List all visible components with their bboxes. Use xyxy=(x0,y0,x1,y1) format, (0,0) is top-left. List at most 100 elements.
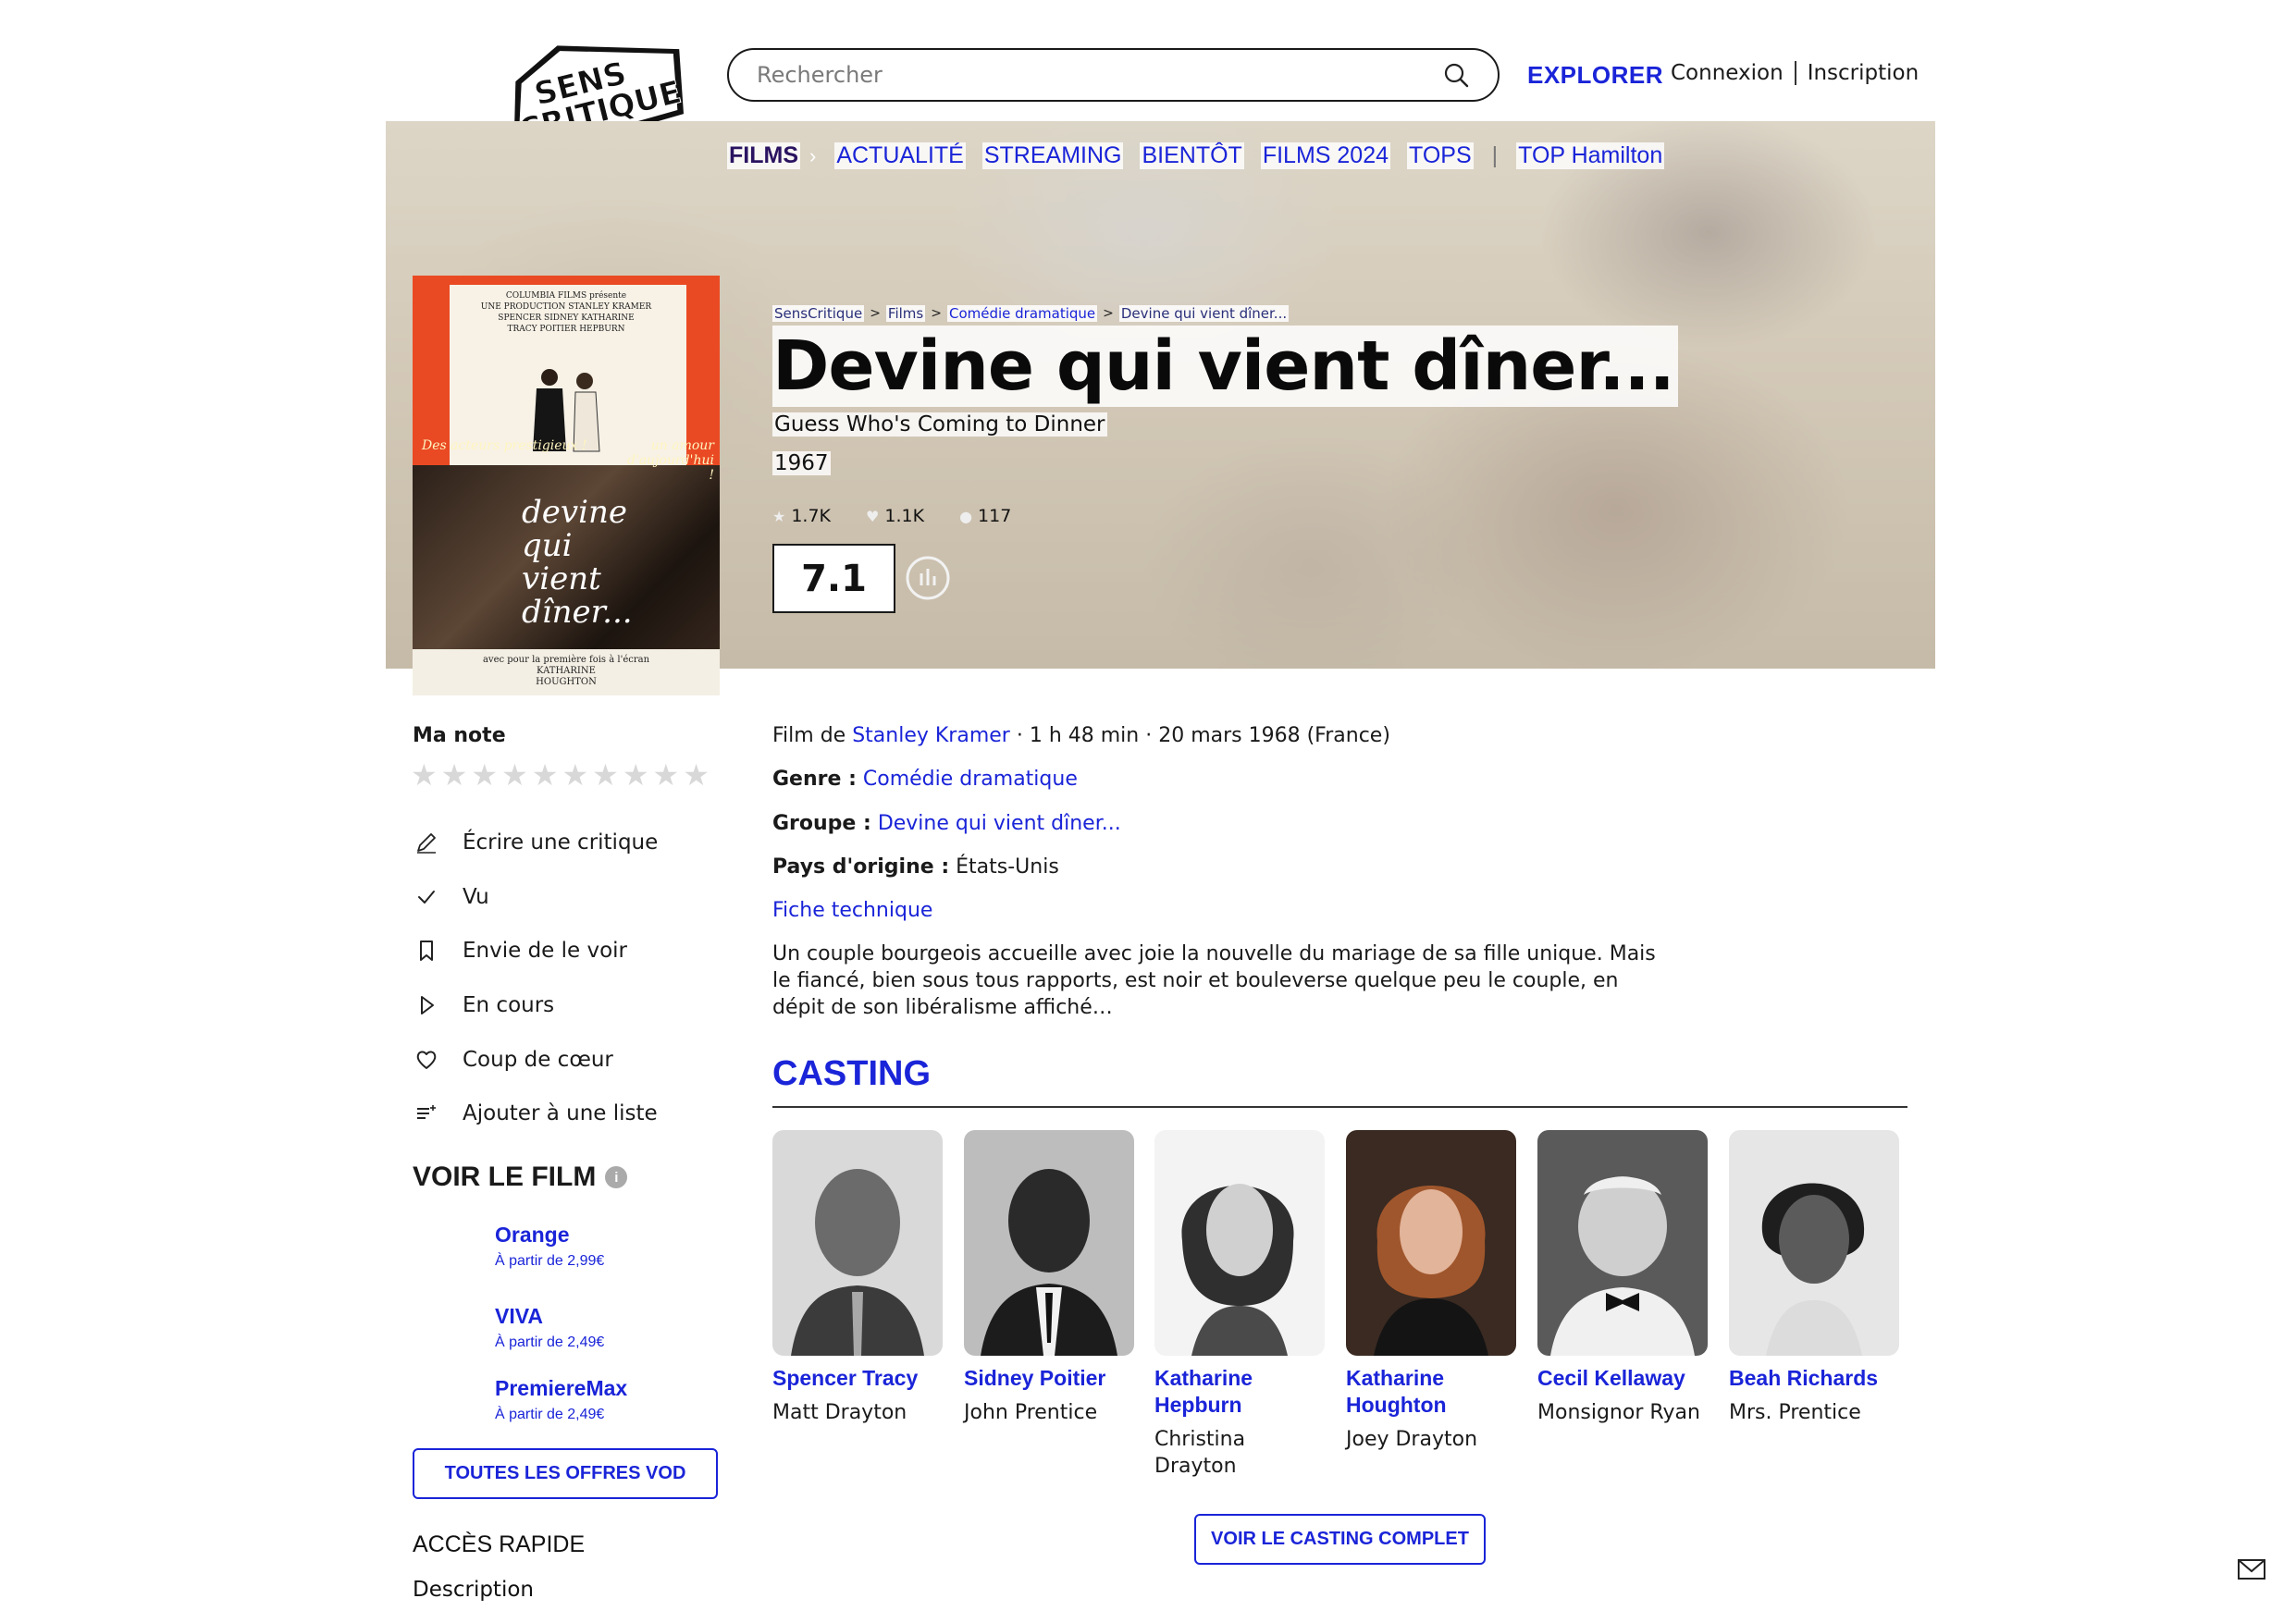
rating-star-icon[interactable]: ★ xyxy=(441,758,468,792)
cast-card[interactable]: Spencer Tracy Matt Drayton xyxy=(772,1130,943,1426)
star-icon: ★ xyxy=(772,507,786,525)
group-link[interactable]: Devine qui vient dîner... xyxy=(878,812,1121,835)
film-credits-line: Film de Stanley Kramer · 1 h 48 min · 20… xyxy=(772,724,1390,747)
cast-card[interactable]: Katharine Houghton Joey Drayton xyxy=(1346,1130,1516,1453)
breadcrumb-item[interactable]: SensCritique xyxy=(772,305,865,322)
stat-reviews: ● 117 xyxy=(959,506,1012,526)
chevron-right-icon: › xyxy=(809,143,817,167)
my-rating-stars[interactable]: ★ ★ ★ ★ ★ ★ ★ ★ ★ ★ xyxy=(411,758,710,792)
vod-offer-premieremax[interactable]: PremiereMax À partir de 2,49€ xyxy=(495,1376,627,1423)
all-vod-offers-button[interactable]: TOUTES LES OFFRES VOD xyxy=(413,1448,718,1499)
signup-link[interactable]: Inscription xyxy=(1808,61,1920,85)
login-link[interactable]: Connexion xyxy=(1671,61,1784,85)
breadcrumb-item[interactable]: Comédie dramatique xyxy=(946,305,1098,322)
poster-couple-illustration xyxy=(533,369,600,452)
rating-star-icon[interactable]: ★ xyxy=(623,758,649,792)
actor-name[interactable]: Beah Richards xyxy=(1729,1365,1899,1392)
actor-photo[interactable] xyxy=(1346,1130,1516,1356)
poster-tagline-right: un amour d'aujourd'hui ! xyxy=(627,438,714,483)
add-to-list-button[interactable]: Ajouter à une liste xyxy=(413,1087,658,1141)
nav-films-2024[interactable]: FILMS 2024 xyxy=(1260,142,1391,169)
synopsis: Un couple bourgeois accueille avec joie … xyxy=(772,942,1656,1019)
director-link[interactable]: Stanley Kramer xyxy=(852,724,1010,747)
character-name: Monsignor Ryan xyxy=(1537,1401,1700,1424)
heart-icon: ♥ xyxy=(866,507,880,525)
cast-card[interactable]: Katharine Hepburn Christina Drayton xyxy=(1154,1130,1325,1480)
seen-button[interactable]: Vu xyxy=(413,870,658,925)
actor-photo[interactable] xyxy=(1154,1130,1325,1356)
nav-films[interactable]: FILMS xyxy=(727,142,800,169)
nav-divider: | xyxy=(1491,142,1499,168)
check-icon xyxy=(418,890,435,904)
poster-tagline-left: Des acteurs prestigieux ! xyxy=(422,438,587,453)
vod-offer-orange[interactable]: Orange À partir de 2,99€ xyxy=(495,1223,604,1270)
wishlist-button[interactable]: Envie de le voir xyxy=(413,924,658,978)
info-icon[interactable]: i xyxy=(605,1166,628,1188)
rating-distribution-icon[interactable] xyxy=(905,555,951,601)
favorite-button[interactable]: Coup de cœur xyxy=(413,1032,658,1087)
search-bar[interactable] xyxy=(727,48,1500,102)
heart-icon xyxy=(416,1051,437,1069)
cast-card[interactable]: Beah Richards Mrs. Prentice xyxy=(1729,1130,1899,1426)
breadcrumb-item[interactable]: Films xyxy=(885,305,926,322)
list-add-icon xyxy=(417,1105,436,1120)
vod-offer-viva[interactable]: VIVA À partir de 2,49€ xyxy=(495,1304,604,1351)
cast-card[interactable]: Cecil Kellaway Monsignor Ryan xyxy=(1537,1130,1708,1426)
actor-name[interactable]: Spencer Tracy xyxy=(772,1365,943,1392)
actor-photo[interactable] xyxy=(1537,1130,1708,1356)
pencil-icon xyxy=(417,833,436,855)
rating-star-icon[interactable]: ★ xyxy=(532,758,559,792)
nav-streaming[interactable]: STREAMING xyxy=(981,142,1124,169)
rating-star-icon[interactable]: ★ xyxy=(653,758,680,792)
search-input[interactable] xyxy=(757,62,1442,88)
release-year: 1967 xyxy=(772,451,831,475)
breadcrumb: SensCritique > Films > Comédie dramatiqu… xyxy=(772,305,1290,322)
page-title: Devine qui vient dîner... xyxy=(772,326,1678,407)
auth-links: Connexion Inscription xyxy=(1671,61,1919,85)
actor-name[interactable]: Katharine Hepburn xyxy=(1154,1365,1325,1419)
search-icon[interactable] xyxy=(1442,61,1470,89)
my-rating-label: Ma note xyxy=(413,724,506,747)
average-score: 7.1 xyxy=(772,544,895,613)
explorer-link[interactable]: EXPLORER xyxy=(1527,61,1663,90)
actor-photo[interactable] xyxy=(964,1130,1134,1356)
cast-card[interactable]: Sidney Poitier John Prentice xyxy=(964,1130,1134,1426)
character-name: Mrs. Prentice xyxy=(1729,1401,1861,1424)
quick-access-description-link[interactable]: Description xyxy=(413,1578,534,1602)
full-cast-button[interactable]: VOIR LE CASTING COMPLET xyxy=(1194,1514,1486,1565)
rating-star-icon[interactable]: ★ xyxy=(592,758,619,792)
nav-actualite[interactable]: ACTUALITÉ xyxy=(834,142,966,169)
rating-star-icon[interactable]: ★ xyxy=(683,758,710,792)
group-line: Groupe : Devine qui vient dîner... xyxy=(772,812,1121,835)
breadcrumb-current: Devine qui vient dîner... xyxy=(1118,305,1290,322)
auth-divider xyxy=(1794,61,1796,85)
rating-star-icon[interactable]: ★ xyxy=(411,758,438,792)
movie-poster[interactable]: COLUMBIA FILMS présente UNE PRODUCTION S… xyxy=(413,276,720,695)
actor-name[interactable]: Cecil Kellaway xyxy=(1537,1365,1708,1392)
rating-star-icon[interactable]: ★ xyxy=(501,758,528,792)
main-nav: FILMS › ACTUALITÉ STREAMING BIENTÔT FILM… xyxy=(727,142,1665,169)
genre-link[interactable]: Comédie dramatique xyxy=(863,768,1078,791)
poster-footer: avec pour la première fois à l'écran KAT… xyxy=(413,649,720,695)
casting-title: CASTING xyxy=(772,1054,931,1093)
casting-divider xyxy=(772,1106,1907,1108)
nav-top-hamilton[interactable]: TOP Hamilton xyxy=(1516,142,1665,169)
in-progress-button[interactable]: En cours xyxy=(413,978,658,1033)
comment-icon: ● xyxy=(959,507,973,525)
nav-tops[interactable]: TOPS xyxy=(1407,142,1474,169)
bookmark-icon xyxy=(420,941,433,962)
tech-sheet-link[interactable]: Fiche technique xyxy=(772,899,932,922)
actor-photo[interactable] xyxy=(1729,1130,1899,1356)
nav-bientot[interactable]: BIENTÔT xyxy=(1140,142,1244,169)
rating-star-icon[interactable]: ★ xyxy=(471,758,498,792)
actor-photo[interactable] xyxy=(772,1130,943,1356)
write-review-button[interactable]: Écrire une critique xyxy=(413,816,658,870)
mail-icon[interactable] xyxy=(2237,1557,2266,1581)
actor-name[interactable]: Katharine Houghton xyxy=(1346,1365,1516,1419)
watch-section-title: VOIR LE FILM i xyxy=(413,1162,628,1193)
rating-star-icon[interactable]: ★ xyxy=(562,758,588,792)
user-actions: Écrire une critique Vu Envie de le voir … xyxy=(413,816,658,1141)
poster-title: devine qui vient dîner... xyxy=(522,494,633,631)
actor-name[interactable]: Sidney Poitier xyxy=(964,1365,1134,1392)
country-line: Pays d'origine : États-Unis xyxy=(772,855,1059,879)
